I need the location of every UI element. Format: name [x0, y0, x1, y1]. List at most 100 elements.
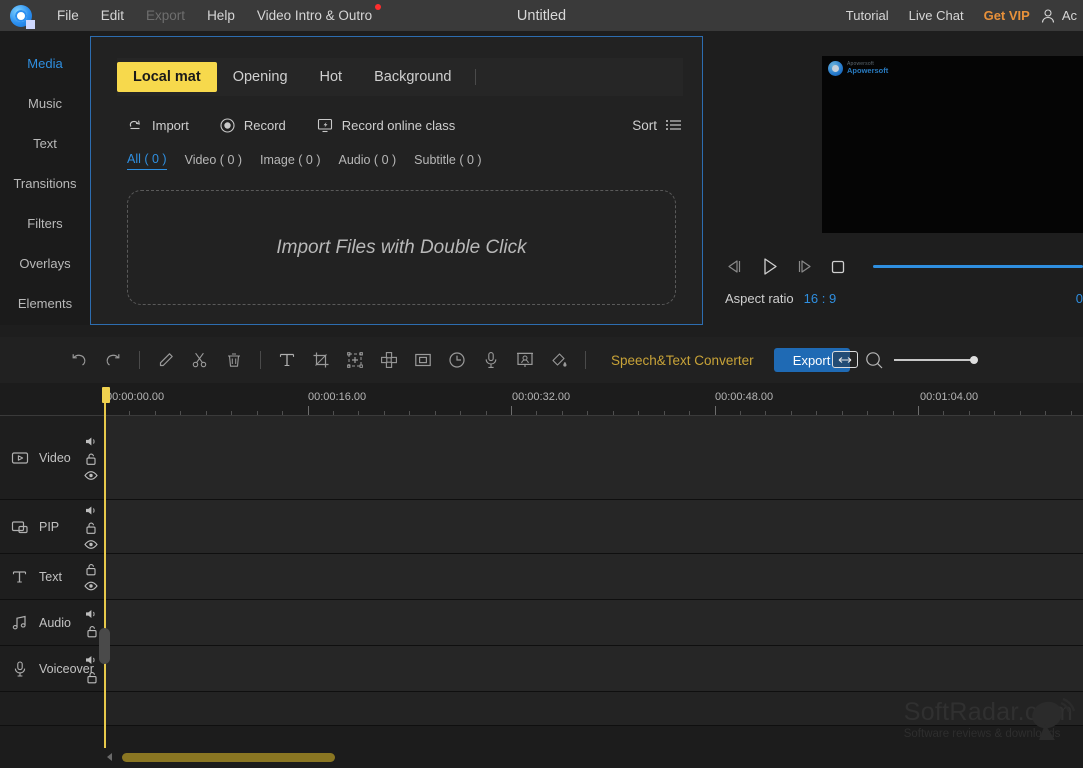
- color-correction-button[interactable]: [542, 343, 576, 377]
- sidebar-item-transitions[interactable]: Transitions: [0, 163, 90, 203]
- track-lane-extra[interactable]: [104, 692, 1083, 725]
- redo-button[interactable]: [96, 343, 130, 377]
- scrollbar-thumb[interactable]: [122, 752, 335, 762]
- menu-item-video-intro-outro[interactable]: Video Intro & Outro: [246, 4, 383, 27]
- menu-item-file[interactable]: File: [46, 4, 90, 27]
- horizontal-scrollbar[interactable]: [0, 746, 1083, 768]
- track-extra[interactable]: [0, 692, 1083, 726]
- filter-tab-video[interactable]: Video ( 0 ): [185, 153, 242, 170]
- undo-button[interactable]: [62, 343, 96, 377]
- menu-item-help[interactable]: Help: [196, 4, 246, 27]
- track-lane-audio[interactable]: [104, 600, 1083, 645]
- eye-icon[interactable]: [84, 470, 98, 480]
- vertical-scroll-thumb[interactable]: [99, 628, 110, 664]
- speed-button[interactable]: [440, 343, 474, 377]
- undo-icon: [72, 354, 86, 366]
- ruler-label-4: 00:01:04.00: [920, 391, 979, 403]
- import-dropzone[interactable]: Import Files with Double Click: [127, 190, 676, 305]
- menu-item-edit[interactable]: Edit: [90, 4, 135, 27]
- timeline-ruler[interactable]: 00:00:00.00 00:00:16.00 00:00:32.00 00:0…: [0, 383, 1083, 416]
- track-lane-video[interactable]: [104, 416, 1083, 499]
- menu-item-export: Export: [146, 8, 186, 23]
- track-audio[interactable]: Audio: [0, 600, 1083, 646]
- zoom-out-icon[interactable]: [864, 350, 884, 370]
- tab-local-mat[interactable]: Local mat: [117, 62, 217, 92]
- pip-button[interactable]: [406, 343, 440, 377]
- delete-button[interactable]: [217, 343, 251, 377]
- menu-bar: File Edit Export Help Video Intro & Outr…: [46, 4, 383, 27]
- tutorial-link[interactable]: Tutorial: [836, 8, 899, 23]
- mosaic-button[interactable]: [372, 343, 406, 377]
- tab-background[interactable]: Background: [358, 62, 467, 92]
- lock-icon[interactable]: [85, 521, 97, 534]
- video-preview-canvas[interactable]: Apowersoft Apowersoft: [822, 56, 1083, 233]
- edit-button[interactable]: [149, 343, 183, 377]
- tab-opening[interactable]: Opening: [217, 62, 304, 92]
- zoom-slider[interactable]: [893, 356, 978, 364]
- sidebar-item-music[interactable]: Music: [0, 83, 90, 123]
- play-button[interactable]: [758, 255, 781, 278]
- get-vip-button[interactable]: Get VIP: [974, 8, 1040, 23]
- import-button[interactable]: Import: [127, 117, 189, 134]
- sort-button[interactable]: Sort: [632, 118, 683, 133]
- sidebar-item-filters[interactable]: Filters: [0, 203, 90, 243]
- import-label: Import: [152, 117, 189, 133]
- track-lane-voiceover[interactable]: [104, 646, 1083, 691]
- filter-tab-subtitle[interactable]: Subtitle ( 0 ): [414, 153, 481, 170]
- record-button[interactable]: Record: [219, 117, 286, 134]
- aspect-ratio-value[interactable]: 16 : 9: [804, 291, 837, 306]
- sidebar-item-media[interactable]: Media: [0, 43, 90, 83]
- scrollbar-track[interactable]: [122, 752, 1075, 762]
- track-text[interactable]: Text: [0, 554, 1083, 600]
- record-screen-icon: [317, 118, 332, 132]
- eye-icon[interactable]: [84, 581, 98, 591]
- record-online-class-button[interactable]: Record online class: [316, 117, 455, 134]
- previous-frame-button[interactable]: [725, 257, 744, 276]
- speaker-icon[interactable]: [85, 654, 98, 666]
- speaker-icon[interactable]: [85, 435, 98, 447]
- text-track-icon: [12, 570, 27, 583]
- track-lane-pip[interactable]: [104, 500, 1083, 553]
- text-button[interactable]: [270, 343, 304, 377]
- seek-bar[interactable]: [873, 265, 1083, 268]
- voiceover-button[interactable]: [474, 343, 508, 377]
- ruler-label-3: 00:00:48.00: [715, 391, 774, 403]
- track-pip[interactable]: PIP: [0, 500, 1083, 554]
- stop-button[interactable]: [828, 257, 847, 276]
- track-name-audio: Audio: [39, 615, 71, 630]
- lock-icon[interactable]: [86, 625, 98, 638]
- playhead-handle[interactable]: [102, 387, 110, 403]
- eye-icon[interactable]: [84, 539, 98, 549]
- add-element-button[interactable]: [338, 343, 372, 377]
- track-lane-text[interactable]: [104, 554, 1083, 599]
- lock-icon[interactable]: [85, 563, 97, 576]
- tab-hot[interactable]: Hot: [304, 62, 359, 92]
- speaker-icon[interactable]: [85, 504, 98, 516]
- lock-icon[interactable]: [85, 452, 97, 465]
- scroll-left-arrow-icon[interactable]: [104, 751, 116, 763]
- live-chat-link[interactable]: Live Chat: [899, 8, 974, 23]
- split-button[interactable]: [183, 343, 217, 377]
- sidebar-item-overlays[interactable]: Overlays: [0, 243, 90, 283]
- apowersoft-logo-icon: [828, 61, 843, 76]
- tab-divider: [475, 69, 477, 85]
- speaker-icon[interactable]: [85, 608, 98, 620]
- export-button[interactable]: Export: [773, 348, 858, 372]
- filter-tab-all[interactable]: All ( 0 ): [127, 152, 167, 170]
- track-video[interactable]: Video: [0, 416, 1083, 500]
- speech-text-converter-button[interactable]: Speech&Text Converter: [611, 353, 754, 368]
- sidebar-item-elements[interactable]: Elements: [0, 283, 90, 323]
- crop-button[interactable]: [304, 343, 338, 377]
- toolbar-divider: [139, 351, 140, 369]
- filter-tab-image[interactable]: Image ( 0 ): [260, 153, 320, 170]
- media-toolbar: Import Record Record online class Sort: [127, 110, 683, 140]
- green-screen-button[interactable]: [508, 343, 542, 377]
- next-frame-button[interactable]: [795, 257, 814, 276]
- track-voiceover[interactable]: Voiceover: [0, 646, 1083, 692]
- edit-toolbar: Speech&Text Converter Export: [0, 337, 1083, 383]
- lock-icon[interactable]: [86, 671, 98, 684]
- filter-tab-audio[interactable]: Audio ( 0 ): [338, 153, 396, 170]
- account-button[interactable]: Ac: [1040, 8, 1079, 24]
- sidebar-item-text[interactable]: Text: [0, 123, 90, 163]
- next-frame-icon: [798, 260, 811, 273]
